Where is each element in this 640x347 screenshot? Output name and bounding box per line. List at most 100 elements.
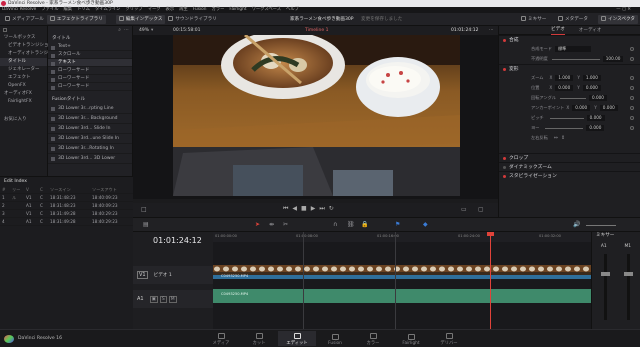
title-item[interactable]: ローワーサード bbox=[48, 67, 132, 75]
menu-item-1[interactable]: ファイル bbox=[41, 7, 58, 12]
rotation-slider[interactable] bbox=[559, 97, 586, 99]
opacity-value[interactable]: 100.00 bbox=[602, 56, 624, 62]
fusion-title-item[interactable]: 3D Lower 3r... Background bbox=[48, 114, 132, 124]
fusion-title-item[interactable]: 3D Lower 3rd... Slide In bbox=[48, 124, 132, 134]
menu-item-11[interactable]: Fairlight bbox=[229, 7, 246, 12]
match-frame-icon[interactable]: ▢ bbox=[478, 206, 484, 213]
tree-item[interactable]: ジェネレーター bbox=[0, 66, 47, 74]
track-label-v1[interactable]: V1 bbox=[137, 271, 148, 279]
sound-library-button[interactable]: サウンドライブラリ bbox=[165, 15, 219, 24]
volume-icon[interactable]: 🔊 bbox=[573, 221, 580, 228]
menu-item-7[interactable]: 表示 bbox=[166, 7, 175, 12]
playhead[interactable] bbox=[490, 232, 491, 329]
inspector-button[interactable]: インスペクタ bbox=[598, 14, 638, 24]
rotation-value[interactable]: 0.000 bbox=[588, 95, 607, 101]
position-lock-icon[interactable]: 🔒 bbox=[361, 221, 368, 228]
reset-icon[interactable] bbox=[630, 116, 634, 120]
menu-item-13[interactable]: ヘルプ bbox=[286, 7, 299, 12]
page-tab[interactable]: Fairlight bbox=[392, 332, 430, 346]
composite-mode-select[interactable]: 標準 bbox=[554, 46, 591, 52]
menu-item-0[interactable]: DaVinci Resolve bbox=[2, 7, 36, 12]
selection-tool-icon[interactable]: ➤ bbox=[255, 221, 260, 228]
flip-vertical-icon[interactable]: ⇕ bbox=[561, 135, 565, 141]
marker-icon[interactable]: ◆ bbox=[423, 221, 428, 228]
enable-dot-icon[interactable] bbox=[503, 175, 506, 178]
column-header[interactable]: リール bbox=[10, 186, 24, 200]
viewer-options-icon[interactable]: □ bbox=[141, 206, 147, 213]
tree-item[interactable]: FairlightFX bbox=[0, 98, 47, 106]
track-label-a1[interactable]: A1 bbox=[137, 296, 144, 302]
play-reverse-icon[interactable]: ◀ bbox=[292, 205, 301, 212]
section-dynamic-zoom[interactable]: ダイナミックズーム bbox=[499, 162, 640, 171]
menu-item-8[interactable]: 再生 bbox=[179, 7, 188, 12]
reset-icon[interactable] bbox=[630, 126, 634, 130]
tree-item[interactable]: OpenFX bbox=[0, 82, 47, 90]
menu-item-6[interactable]: マーク bbox=[148, 7, 161, 12]
table-row[interactable]: 4 A1 C 18:31:49:28 18:40:29:23 bbox=[0, 218, 133, 226]
table-row[interactable]: 3 V1 C 18:31:49:28 18:40:29:23 bbox=[0, 210, 133, 218]
mixer-button[interactable]: ミキサー bbox=[518, 15, 549, 24]
layout-icon[interactable]: ▤ bbox=[143, 221, 149, 228]
playhead-handle[interactable] bbox=[487, 232, 494, 236]
more-icon[interactable]: ⋯ bbox=[124, 27, 129, 33]
skip-forward-icon[interactable]: ⏭ bbox=[319, 205, 328, 212]
reset-icon[interactable] bbox=[630, 47, 634, 51]
reset-icon[interactable] bbox=[630, 57, 634, 61]
tree-item[interactable]: オーディオFX bbox=[0, 90, 47, 98]
reset-icon[interactable] bbox=[630, 106, 634, 110]
anchor-y-value[interactable]: 0.000 bbox=[599, 105, 618, 111]
fader-knob-m1[interactable] bbox=[624, 272, 633, 276]
position-x-value[interactable]: 0.000 bbox=[555, 85, 574, 91]
enable-dot-icon[interactable] bbox=[503, 39, 506, 42]
tree-item[interactable]: オーディオトランジション bbox=[0, 50, 62, 58]
stop-icon[interactable]: ■ bbox=[301, 205, 311, 212]
anchor-x-value[interactable]: 0.000 bbox=[572, 105, 591, 111]
timeline-area[interactable]: 01:00:00:00 01:00:08:00 01:00:16:00 01:00:2… bbox=[213, 232, 640, 329]
title-item[interactable]: ローワーサード bbox=[48, 75, 132, 83]
reset-icon[interactable] bbox=[630, 86, 634, 90]
trim-tool-icon[interactable]: ⇹ bbox=[269, 221, 274, 228]
grid-icon[interactable] bbox=[3, 28, 7, 32]
section-cropping[interactable]: クロップ bbox=[499, 153, 640, 162]
flag-icon[interactable]: ⚑ bbox=[395, 221, 400, 228]
pitch-value[interactable]: 0.000 bbox=[586, 115, 605, 121]
table-row[interactable]: 1 V1 C 18:31:48:23 18:40:09:23 bbox=[0, 194, 133, 202]
menu-item-10[interactable]: カラー bbox=[211, 7, 224, 12]
title-item[interactable]: スクロール bbox=[48, 51, 132, 59]
pitch-slider[interactable] bbox=[549, 117, 584, 119]
lock-icon[interactable]: ▣ bbox=[149, 295, 158, 303]
audio-clip[interactable]: C0493250.MP4 bbox=[213, 289, 591, 303]
menu-item-4[interactable]: タイムライン bbox=[95, 7, 120, 12]
link-icon[interactable]: ⛓ bbox=[347, 221, 355, 228]
effects-library-button[interactable]: エフェクトライブラリ bbox=[46, 14, 106, 24]
fader-m1[interactable] bbox=[627, 254, 630, 320]
media-pool-button[interactable]: メディアプール bbox=[2, 15, 47, 24]
skip-back-icon[interactable]: ⏮ bbox=[283, 205, 292, 212]
chevron-down-icon[interactable]: ▾ bbox=[151, 26, 153, 35]
tab-video[interactable]: ビデオ bbox=[551, 25, 565, 35]
page-tab[interactable]: カット bbox=[240, 331, 278, 346]
tree-item[interactable]: エフェクト bbox=[0, 74, 47, 82]
reset-icon[interactable] bbox=[630, 96, 634, 100]
column-header[interactable]: # bbox=[0, 186, 10, 193]
timeline-name[interactable]: Timeline 1 bbox=[305, 26, 328, 35]
table-row[interactable]: 2 A1 C 18:31:48:23 18:40:09:23 bbox=[0, 202, 133, 210]
page-tab[interactable]: カラー bbox=[354, 331, 392, 346]
video-clip[interactable]: C0493250.MP4 bbox=[213, 265, 591, 279]
menu-item-2[interactable]: 編集 bbox=[64, 7, 73, 12]
blade-tool-icon[interactable]: ✂ bbox=[283, 221, 288, 228]
enable-dot-icon[interactable] bbox=[503, 157, 506, 160]
enable-dot-icon[interactable] bbox=[503, 68, 506, 71]
zoom-x-value[interactable]: 1.000 bbox=[555, 75, 574, 81]
opacity-slider[interactable] bbox=[551, 58, 600, 60]
fusion-title-item[interactable]: 3D Lower 3rd...une Slide In bbox=[48, 134, 132, 144]
tree-item[interactable]: ビデオトランジション bbox=[0, 42, 53, 50]
viewer-zoom[interactable]: 49% bbox=[139, 26, 149, 35]
column-header[interactable]: ソースイン bbox=[48, 186, 90, 193]
title-item[interactable]: テキスト bbox=[48, 59, 132, 67]
mute-button[interactable]: M bbox=[168, 295, 177, 303]
reset-icon[interactable] bbox=[630, 76, 634, 80]
title-item[interactable]: Text+ bbox=[48, 43, 132, 51]
loop-icon[interactable]: ↻ bbox=[329, 205, 338, 212]
menu-item-5[interactable]: クリップ bbox=[125, 7, 142, 12]
